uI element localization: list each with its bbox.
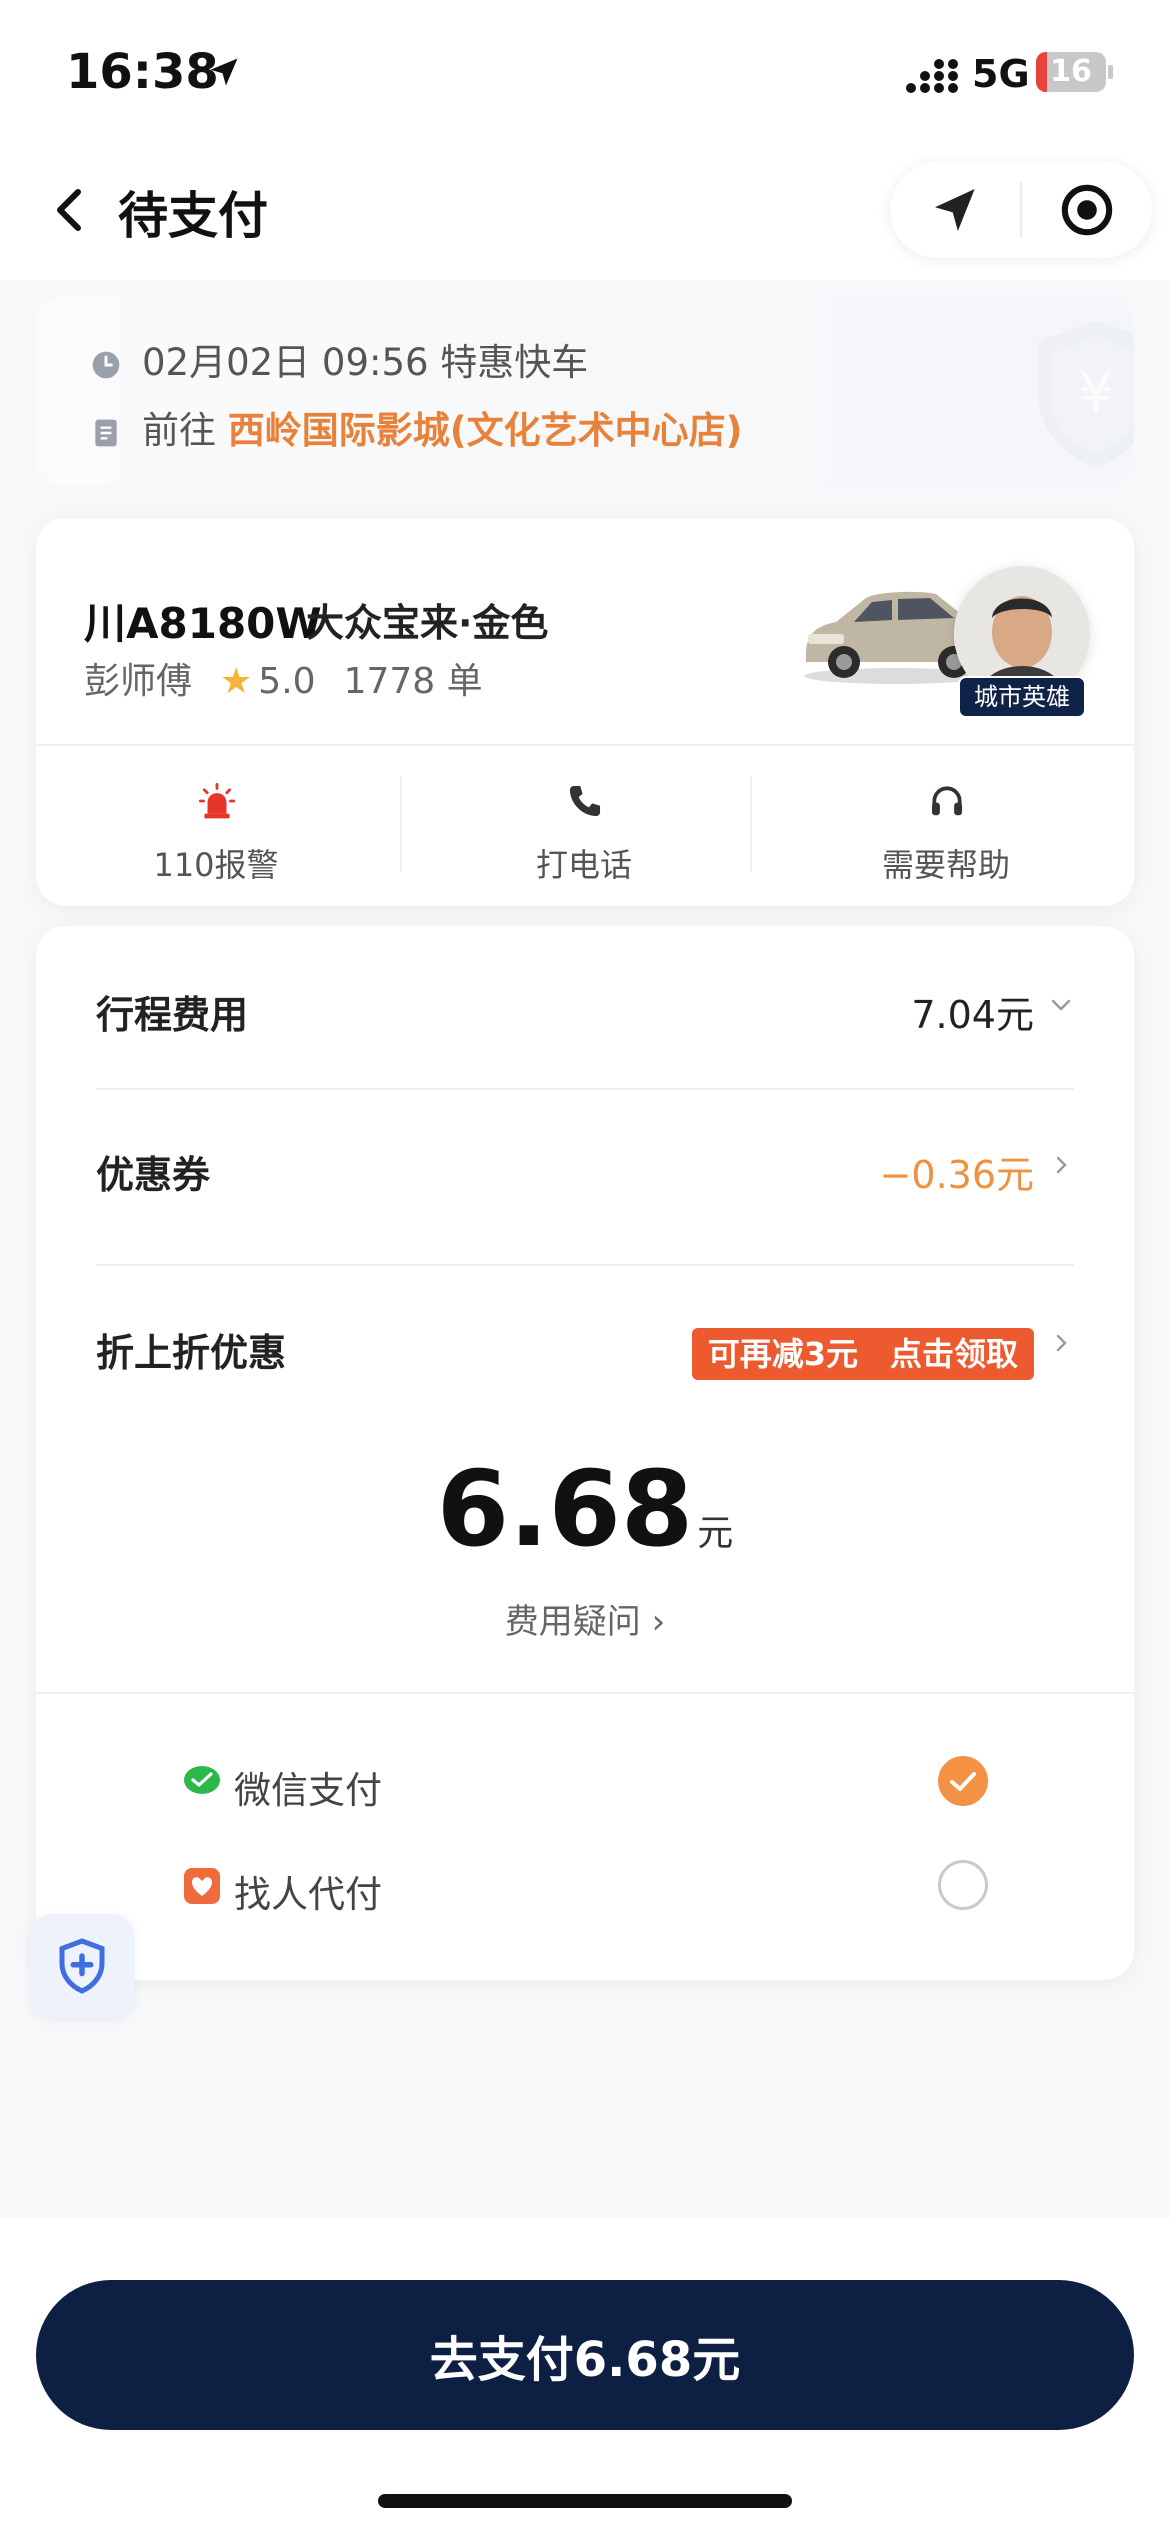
page-title: 待支付: [118, 187, 268, 245]
battery-level: 16: [1050, 54, 1092, 89]
status-bar: 16:38 5G 16: [0, 0, 1170, 140]
trip-fee-label: 行程费用: [96, 993, 249, 1037]
total-unit: 元: [697, 1513, 734, 1554]
document-icon: [95, 419, 117, 446]
phone-icon: [569, 785, 601, 817]
action-label: 110报警: [153, 846, 279, 884]
alarm-icon: [198, 782, 236, 819]
chevron-right-icon[interactable]: [1050, 1332, 1072, 1354]
pay-for-me-icon: [184, 1868, 220, 1904]
coupon-label: 优惠券: [96, 1153, 211, 1197]
total-value: 6.68: [436, 1448, 694, 1570]
destination-prefix: 前往: [142, 409, 216, 452]
back-icon[interactable]: [48, 182, 92, 238]
shield-plus-icon: [59, 1938, 105, 1994]
trip-destination-row: 前往 西岭国际影城(文化艺术中心店): [90, 400, 743, 454]
signal-icon: [906, 59, 958, 93]
claim-discount-tag[interactable]: 可再减3元 点击领取: [691, 1328, 1034, 1380]
driver-orders: 1778 单: [343, 661, 483, 702]
payment-card: 行程费用 7.04元 优惠券 −0.36元 折上折优惠 可再减3元 点击领取 6…: [36, 926, 1134, 1980]
wechat-pay-icon: [184, 1766, 220, 1794]
network-type: 5G: [972, 52, 1030, 96]
chevron-right-icon[interactable]: [1050, 1154, 1072, 1176]
license-plate: 川A8180W: [84, 599, 322, 648]
battery-icon: 16: [1036, 52, 1113, 92]
driver-card: 川A8180W 大众宝来·金色 彭师傅 ★ 5.0 1778 单 城市英雄 110报警: [36, 518, 1134, 906]
target-icon: [1061, 184, 1113, 236]
chevron-down-icon[interactable]: [1050, 994, 1072, 1016]
trip-fee-value[interactable]: 7.04元: [911, 984, 1034, 1039]
action-label: 需要帮助: [881, 846, 1010, 884]
go-pay-button[interactable]: 去支付6.68元: [36, 2280, 1134, 2430]
trip-info-card: 02月02日 09:56 特惠快车 前往 西岭国际影城(文化艺术中心店) ¥: [36, 296, 1134, 486]
total-amount: 6.68 元: [36, 1448, 1134, 1570]
status-time: 16:38: [66, 44, 219, 100]
driver-meta: 彭师傅 ★ 5.0 1778 单: [84, 652, 483, 704]
trip-time-row: 02月02日 09:56 特惠快车: [90, 332, 588, 386]
discount-label: 折上折优惠: [96, 1331, 287, 1375]
location-arrow-icon: [210, 58, 238, 86]
police-110-button[interactable]: 110报警: [36, 744, 396, 906]
svg-text:¥: ¥: [1078, 361, 1114, 426]
fee-question-link[interactable]: 费用疑问 ›: [36, 1594, 1134, 1643]
bottom-bar: 去支付6.68元: [0, 2218, 1170, 2532]
radio-unchecked-icon[interactable]: [938, 1860, 988, 1910]
radio-checked-icon[interactable]: [938, 1756, 988, 1806]
nav-action-group: [890, 162, 1152, 258]
clock-icon: [92, 351, 120, 378]
driver-rating: 5.0: [258, 661, 316, 702]
home-indicator: [378, 2494, 792, 2508]
help-button[interactable]: 需要帮助: [766, 744, 1126, 906]
city-hero-badge: 城市英雄: [958, 676, 1086, 718]
driver-name: 彭师傅: [84, 661, 193, 702]
headset-icon: [931, 786, 963, 816]
navigation-arrow-icon: [935, 189, 975, 231]
payment-method-label: 找人代付: [234, 1873, 382, 1916]
payment-method-label: 微信支付: [234, 1769, 382, 1812]
locate-button[interactable]: [1021, 162, 1152, 258]
call-driver-button[interactable]: 打电话: [404, 744, 764, 906]
navigate-button[interactable]: [890, 162, 1021, 258]
star-icon: ★: [220, 661, 253, 702]
safety-shield-button[interactable]: [30, 1914, 134, 2018]
destination-name: 西岭国际影城(文化艺术中心店): [227, 409, 743, 452]
yuan-shield-icon: ¥: [1038, 320, 1134, 468]
action-label: 打电话: [535, 846, 632, 884]
nav-bar: 待支付: [0, 140, 1170, 280]
trip-datetime-type: 02月02日 09:56 特惠快车: [142, 341, 589, 384]
car-model: 大众宝来·金色: [306, 601, 549, 645]
coupon-value[interactable]: −0.36元: [880, 1144, 1034, 1199]
